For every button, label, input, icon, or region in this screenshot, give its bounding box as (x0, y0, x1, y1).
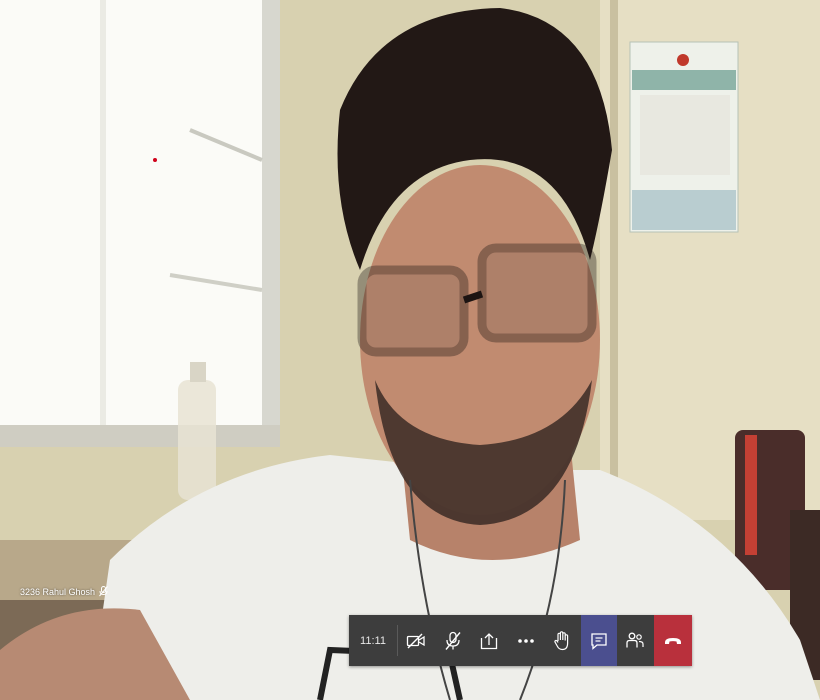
chat-icon (590, 632, 608, 650)
phone-hangup-icon (664, 636, 682, 646)
mic-muted-icon (99, 586, 108, 597)
hand-icon (554, 630, 570, 651)
ellipsis-icon (517, 638, 535, 644)
hang-up-button[interactable] (653, 615, 692, 666)
participant-name-tag: 3236 Rahul Ghosh (20, 586, 108, 597)
participant-video-feed (0, 0, 820, 700)
more-actions-button[interactable] (507, 615, 544, 666)
people-icon (625, 632, 645, 650)
meeting-stage: 3236 Rahul Ghosh 11:11 (0, 0, 820, 700)
call-timer: 11:11 (360, 634, 386, 647)
share-tray-icon (480, 632, 498, 650)
mic-off-button[interactable] (434, 615, 471, 666)
camera-off-button[interactable] (398, 615, 435, 666)
share-screen-button[interactable] (471, 615, 508, 666)
call-toolbar: 11:11 (349, 615, 692, 666)
raise-hand-button[interactable] (544, 615, 581, 666)
participant-name: 3236 Rahul Ghosh (20, 586, 96, 597)
participants-button[interactable] (617, 615, 654, 666)
chat-button[interactable] (580, 615, 617, 666)
video-off-icon (406, 633, 426, 649)
mic-off-icon (444, 631, 462, 651)
